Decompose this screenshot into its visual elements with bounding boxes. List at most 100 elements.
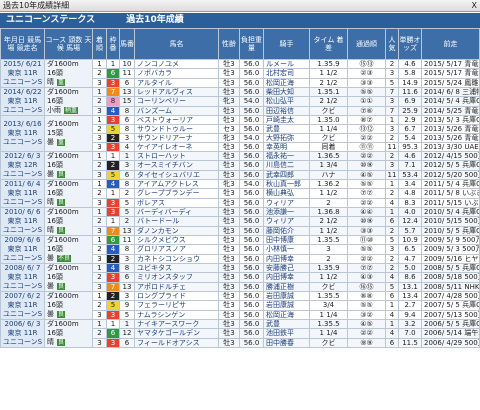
horse-name-link[interactable]: フェラーリピサ bbox=[134, 300, 219, 311]
table-row[interactable]: 2006/ 6/ 3 東京 11R ユニコーンS ダ1600m 16頭晴良 1 1 1 ナイキア… bbox=[0, 318, 480, 348]
jockey-link[interactable]: 秋山真一郎 bbox=[263, 178, 310, 190]
horse-name-link[interactable]: レッドアルヴィス bbox=[134, 86, 219, 98]
race-info-cell[interactable]: 2015/ 6/21 東京 11R ユニコーンS bbox=[0, 59, 45, 88]
table-row[interactable]: 2012/ 6/ 3 東京 12R ユニコーンS ダ1600m 16頭曇良 1 1 1 ストロー… bbox=[0, 150, 480, 180]
horse-name-link[interactable]: カネトシコンショウ bbox=[134, 253, 219, 265]
time-margin: クビ bbox=[309, 337, 348, 349]
horse-name-link[interactable]: アルタイル bbox=[134, 77, 219, 89]
table-row[interactable]: 2011/ 6/ 4 東京 11R ユニコーンS ダ1600m 16頭晴良 1 4 8 アイアム… bbox=[0, 178, 480, 208]
table-row[interactable]: 2013/ 6/16 東京 11R ユニコーンS ダ1600m 15頭曇重 1 3 6 ベストウ… bbox=[0, 115, 480, 152]
popularity: 1 bbox=[385, 318, 399, 330]
horse-name-link[interactable]: ヤマタケゴールデン bbox=[134, 328, 219, 339]
jockey-link[interactable]: 武幸四郎 bbox=[263, 169, 310, 181]
jockey-link[interactable]: ルメール bbox=[263, 58, 310, 70]
horse-name-link[interactable]: ダノンカモン bbox=[134, 225, 219, 237]
close-button[interactable]: X bbox=[472, 0, 477, 12]
jockey-link[interactable]: 内田博幸 bbox=[263, 272, 310, 283]
jockey-link[interactable]: 田中勝春 bbox=[263, 337, 310, 349]
win-odds: 13.4 bbox=[398, 290, 422, 302]
race-info-cell[interactable]: 2010/ 6/ 6 東京 11R ユニコーンS bbox=[0, 207, 45, 236]
jockey-link[interactable]: 松岡正海 bbox=[263, 309, 310, 321]
window-title: 過去10年成績詳細 bbox=[3, 1, 70, 10]
horse-name-link[interactable]: ストローハット bbox=[134, 150, 219, 162]
table-row[interactable]: 2014/ 6/22 東京 11R ユニコーンS ダ1600m 16頭 小雨 稍重 1 7 13 レ… bbox=[0, 86, 480, 116]
jockey-link[interactable]: 松岡正海 bbox=[263, 77, 310, 89]
popularity: 2 bbox=[385, 188, 399, 199]
jockey-link[interactable]: 大野拓弥 bbox=[263, 133, 310, 143]
horse-name-link[interactable]: ノンコノユメ bbox=[134, 58, 219, 70]
jockey-link[interactable]: 小林慎一 bbox=[263, 244, 310, 255]
race-info-cell[interactable]: 2007/ 6/ 2 東京 11R ユニコーンS bbox=[0, 291, 45, 320]
horse-name-link[interactable]: バーディバーディ bbox=[134, 206, 219, 218]
race-info-cell[interactable]: 2009/ 6/ 6 東京 11R ユニコーンS bbox=[0, 235, 45, 264]
jockey-link[interactable]: 柴田大知 bbox=[263, 86, 310, 98]
previous-race: 2006/ 5/14 端午S 2 bbox=[421, 328, 480, 339]
jockey-link[interactable]: 池田鉄平 bbox=[263, 328, 310, 339]
horse-name-link[interactable]: ナムラシンゲン bbox=[134, 309, 219, 321]
horse-name-link[interactable]: ノボバカラ bbox=[134, 68, 219, 79]
horse-name-link[interactable]: ベストウォーリア bbox=[134, 115, 219, 125]
frame-number: 7 bbox=[106, 281, 120, 293]
horse-name-link[interactable]: オースミイチバン bbox=[134, 160, 219, 171]
horse-name-link[interactable]: ボレアス bbox=[134, 197, 219, 209]
course-distance: ダ1600m bbox=[47, 264, 79, 273]
jockey-link[interactable]: 岩田康誠 bbox=[263, 300, 310, 311]
horse-name-link[interactable]: フィールドオアシス bbox=[134, 337, 219, 349]
win-odds: 95.3 bbox=[398, 142, 422, 152]
previous-race: 2007/ 5/13 500万 1 bbox=[421, 309, 480, 321]
table-row[interactable]: 2010/ 6/ 6 東京 11R ユニコーンS ダ1600m 16頭晴良 1 3 5 バーディ… bbox=[0, 206, 480, 236]
horse-name-link[interactable]: タイセイシュバリエ bbox=[134, 169, 219, 181]
jockey-link[interactable]: 戸崎圭太 bbox=[263, 115, 310, 125]
jockey-link[interactable]: 横山典弘 bbox=[263, 188, 310, 199]
table-row[interactable]: 2009/ 6/ 6 東京 11R ユニコーンS ダ1600m 16頭曇不良 1 6 11 シル… bbox=[0, 234, 480, 264]
jockey-link[interactable]: 内田博幸 bbox=[263, 253, 310, 265]
table-row[interactable]: 2008/ 6/ 7 東京 11R ユニコーンS ダ1600m 16頭曇良 1 4 8 ユビキタ… bbox=[0, 262, 480, 292]
race-info-cell[interactable]: 2012/ 6/ 3 東京 12R ユニコーンS bbox=[0, 151, 45, 180]
horse-name-link[interactable]: ナイキアースワーク bbox=[134, 318, 219, 330]
jockey-link[interactable]: 田辺裕信 bbox=[263, 105, 310, 117]
jockey-link[interactable]: 池添謙一 bbox=[263, 206, 310, 218]
horse-name-link[interactable]: サウンドリアーナ bbox=[134, 133, 219, 143]
finish-position: 2 bbox=[92, 96, 107, 107]
window-titlebar: 過去10年成績詳細 X bbox=[0, 0, 480, 12]
jockey-link[interactable]: 武豊 bbox=[263, 124, 310, 134]
race-info-cell[interactable]: 2011/ 6/ 4 東京 11R ユニコーンS bbox=[0, 179, 45, 208]
results-table-container[interactable]: 年月日 競馬場 競走名 コース 頭数 天候 馬場 着順 枠番 馬番 馬名 性齢 負担重量 騎手タ… bbox=[0, 28, 480, 410]
jockey-link[interactable]: 田中博康 bbox=[263, 234, 310, 246]
jockey-link[interactable]: 武豊 bbox=[263, 318, 310, 330]
sex-age: 牡3 bbox=[218, 300, 240, 311]
horse-name-link[interactable]: バトードール bbox=[134, 216, 219, 227]
time-margin: 1.36.5 bbox=[309, 150, 348, 162]
jockey-link[interactable]: 藤岡佑介 bbox=[263, 225, 310, 237]
horse-name-link[interactable]: バンズーム bbox=[134, 105, 219, 117]
horse-name-link[interactable]: グレープブランデー bbox=[134, 188, 219, 199]
horse-name-link[interactable]: グロリアスノア bbox=[134, 244, 219, 255]
jockey-link[interactable]: 川島信二 bbox=[263, 160, 310, 171]
jockey-link[interactable]: ウィリア bbox=[263, 216, 310, 227]
horse-name-link[interactable]: アイアムアクトレス bbox=[134, 178, 219, 190]
race-info-cell[interactable]: 2013/ 6/16 東京 11R ユニコーンS bbox=[0, 115, 45, 152]
jockey-link[interactable]: ウィリア bbox=[263, 197, 310, 209]
horse-name-link[interactable]: ケイアイレオーネ bbox=[134, 142, 219, 152]
jockey-link[interactable]: 岩田康誠 bbox=[263, 290, 310, 302]
horse-name-link[interactable]: アポロドルチェ bbox=[134, 281, 219, 293]
horse-name-link[interactable]: ミリオンスタッフ bbox=[134, 272, 219, 283]
horse-name-link[interactable]: サウンドトゥルー bbox=[134, 124, 219, 134]
race-info-cell[interactable]: 2006/ 6/ 3 東京 11R ユニコーンS bbox=[0, 319, 45, 348]
jockey-link[interactable]: 勝浦正樹 bbox=[263, 281, 310, 293]
race-info-cell[interactable]: 2008/ 6/ 7 東京 11R ユニコーンS bbox=[0, 263, 45, 292]
jockey-link[interactable]: 松山弘平 bbox=[263, 96, 310, 107]
table-row[interactable]: 2015/ 6/21 東京 11R ユニコーンS ダ1600m 16頭晴重 1 1 10 ノンコ… bbox=[0, 58, 480, 88]
jockey-link[interactable]: 北村宏司 bbox=[263, 68, 310, 79]
horse-name-link[interactable]: ユビキタス bbox=[134, 262, 219, 274]
jockey-link[interactable]: 福永祐一 bbox=[263, 150, 310, 162]
table-row[interactable]: 2007/ 6/ 2 東京 11R ユニコーンS ダ1600m 16頭曇良 1 2 3 ロングプ… bbox=[0, 290, 480, 320]
horse-name-link[interactable]: コーリンベリー bbox=[134, 96, 219, 107]
race-info-cell[interactable]: 2014/ 6/22 東京 11R ユニコーンS bbox=[0, 87, 45, 116]
horse-name-link[interactable]: ロングプライド bbox=[134, 290, 219, 302]
horse-name-link[interactable]: シルクメビウス bbox=[134, 234, 219, 246]
jockey-link[interactable]: 幸英明 bbox=[263, 142, 310, 152]
finish-position: 3 bbox=[92, 309, 107, 321]
jockey-link[interactable]: 安藤勝己 bbox=[263, 262, 310, 274]
time-margin: ハナ bbox=[309, 169, 348, 181]
